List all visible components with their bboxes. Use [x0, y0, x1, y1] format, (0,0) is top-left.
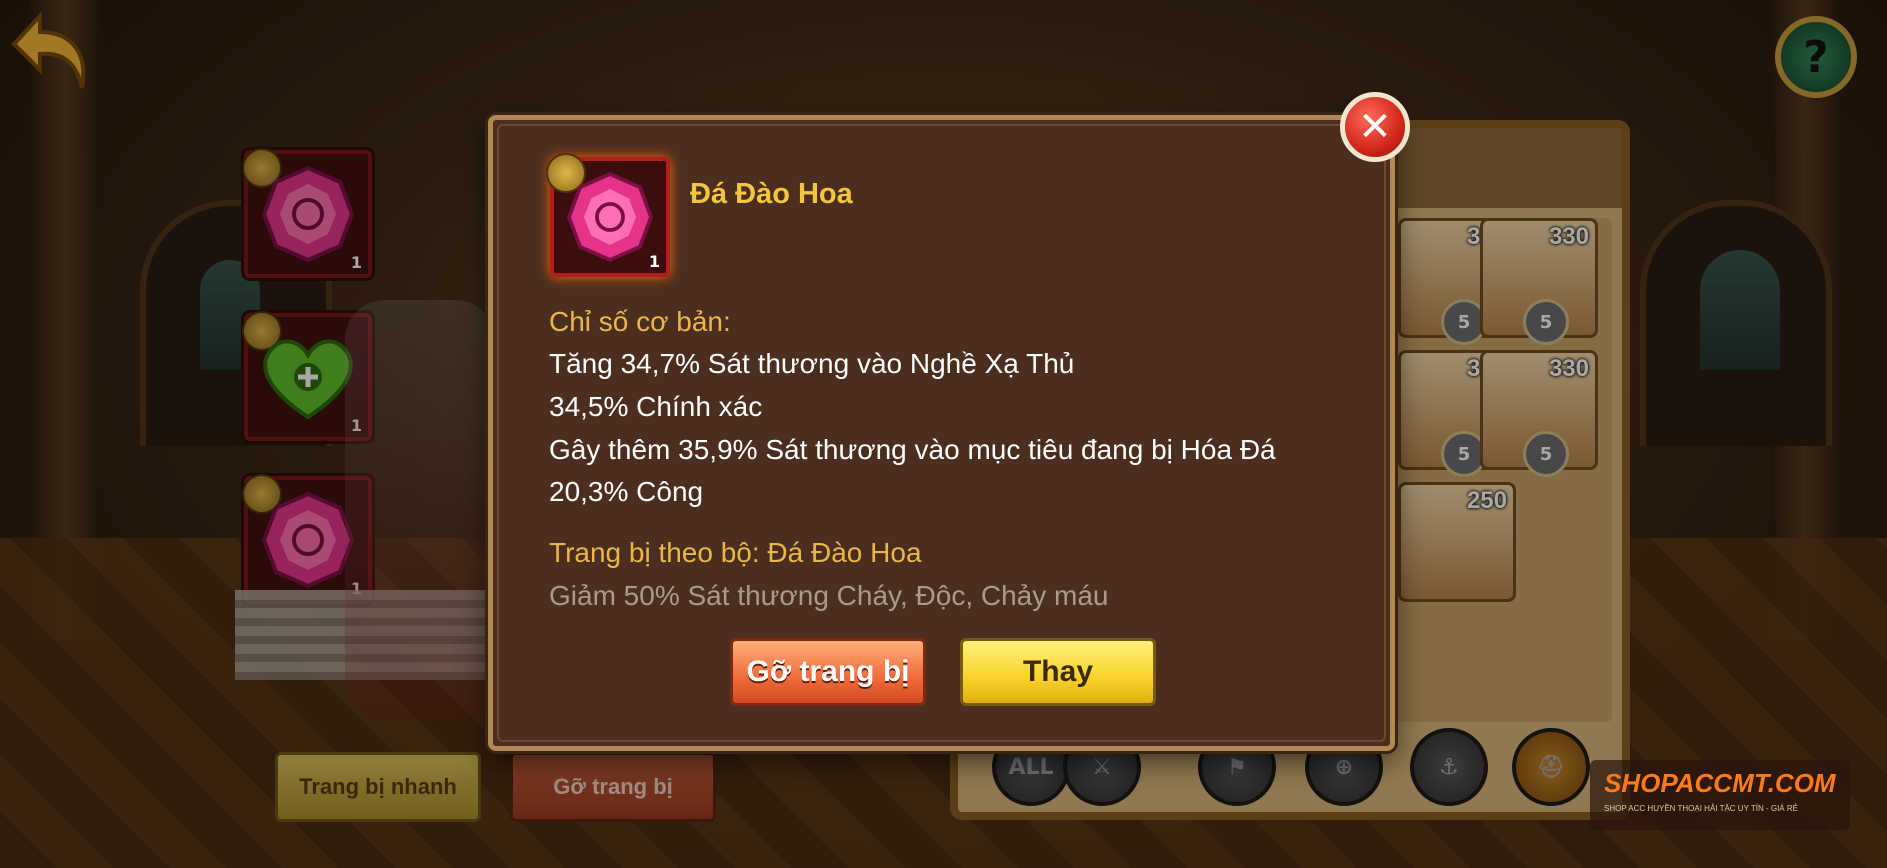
replace-button[interactable]: Thay: [960, 638, 1156, 706]
watermark-brand: SHOPACCMT.COM: [1604, 768, 1836, 798]
item-name: Đá Đào Hoa: [690, 178, 853, 210]
close-button[interactable]: ✕: [1340, 92, 1410, 162]
set-bonus-title: Trang bị theo bộ: Đá Đào Hoa: [549, 537, 922, 568]
set-bonus-effect: Giảm 50% Sát thương Cháy, Độc, Chảy máu: [549, 580, 1109, 611]
item-icon: 1: [546, 153, 670, 277]
item-count: 1: [648, 252, 660, 271]
base-stats-title: Chỉ số cơ bản:: [549, 306, 731, 337]
watermark: SHOPACCMT.COM SHOP ACC HUYỀN THOẠI HẢI T…: [1590, 760, 1850, 830]
stat-line: Tăng 34,7% Sát thương vào Nghề Xạ Thủ: [549, 348, 1075, 379]
stat-line: 34,5% Chính xác: [549, 391, 763, 422]
watermark-tagline: SHOP ACC HUYỀN THOẠI HẢI TẶC UY TÍN - GI…: [1604, 804, 1798, 813]
unequip-button[interactable]: Gỡ trang bị: [730, 638, 926, 706]
close-icon: ✕: [1358, 104, 1392, 150]
stat-line: Gây thêm 35,9% Sát thương vào mục tiêu đ…: [549, 434, 1276, 465]
stat-line: 20,3% Công: [549, 476, 704, 507]
